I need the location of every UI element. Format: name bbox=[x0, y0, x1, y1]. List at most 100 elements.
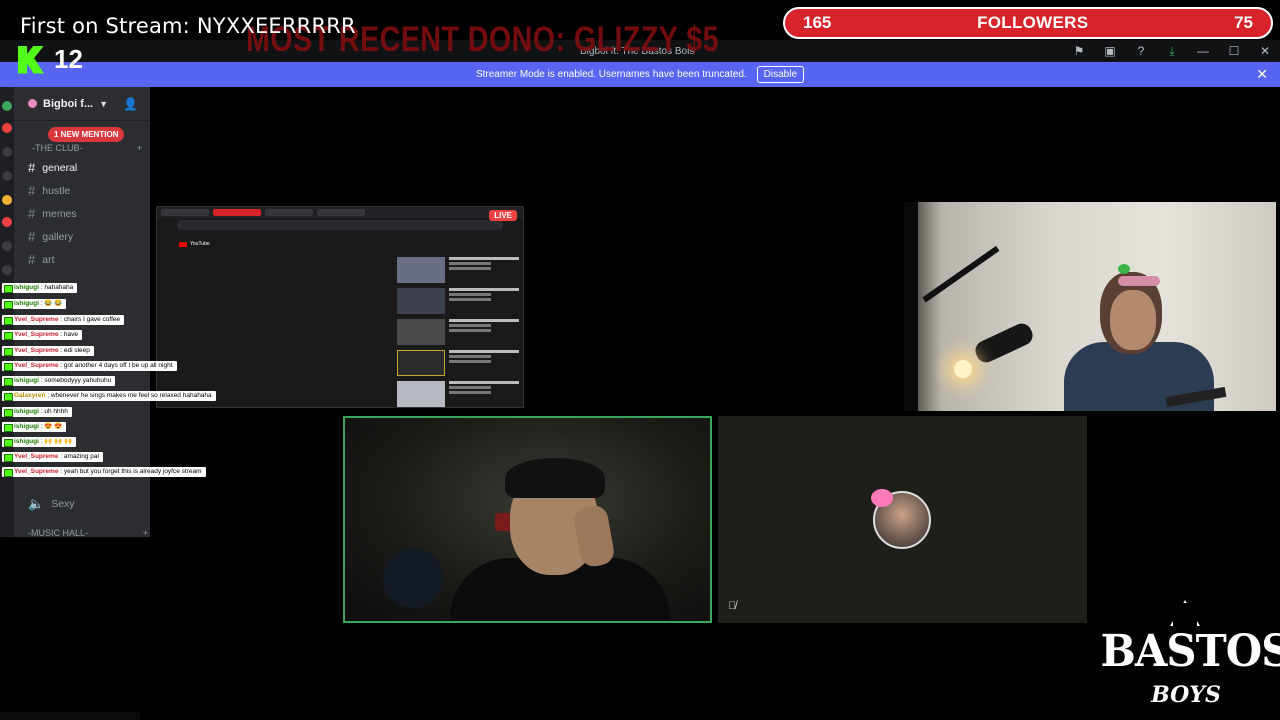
browser-url-bar bbox=[177, 220, 503, 230]
chat-text: 🙌 🙌 🙌 bbox=[44, 438, 73, 445]
channel-hustle[interactable]: # hustle bbox=[28, 183, 70, 198]
chat-text: hahahaha bbox=[44, 284, 74, 291]
chat-username: Yvel_Supreme bbox=[14, 347, 59, 354]
video-meta bbox=[449, 319, 519, 345]
close-icon[interactable]: ✕ bbox=[1258, 44, 1272, 58]
chat-message: Yvel_Supreme : chairs I gave coffee bbox=[2, 315, 125, 325]
lamp-light bbox=[954, 360, 972, 378]
server-icon[interactable] bbox=[2, 123, 12, 133]
video-thumbnail bbox=[397, 257, 445, 283]
screenshare-tile[interactable]: YouTube LIVE bbox=[156, 206, 524, 408]
chat-text: whenever he sings makes me feel so relax… bbox=[50, 392, 212, 399]
disable-button[interactable]: Disable bbox=[756, 66, 805, 83]
video-item bbox=[397, 257, 519, 283]
youtube-label: YouTube bbox=[190, 241, 210, 247]
maximize-icon[interactable]: ☐ bbox=[1227, 44, 1241, 58]
channel-label: art bbox=[42, 253, 55, 266]
live-badge: LIVE bbox=[489, 210, 517, 221]
pin-icon[interactable]: ⚑ bbox=[1072, 44, 1086, 58]
chat-text: got another 4 days off I be up all night bbox=[63, 362, 173, 369]
webcam-tile-right[interactable] bbox=[904, 202, 1276, 411]
video-item bbox=[397, 319, 519, 345]
download-icon[interactable]: ⤓ bbox=[1165, 44, 1179, 59]
webcam-tile-main[interactable] bbox=[343, 416, 712, 623]
kick-viewer-counter: 12 bbox=[18, 44, 83, 75]
followers-label: FOLLOWERS bbox=[977, 13, 1089, 32]
kick-logo-icon bbox=[18, 45, 44, 74]
video-meta bbox=[449, 350, 519, 376]
video-item bbox=[397, 288, 519, 314]
streamer-mode-banner: Streamer Mode is enabled. Usernames have… bbox=[0, 62, 1280, 87]
video-meta bbox=[449, 257, 519, 283]
inbox-icon[interactable]: ▣ bbox=[1103, 44, 1117, 58]
flower-icon bbox=[871, 489, 893, 507]
channel-art[interactable]: # art bbox=[28, 252, 55, 267]
audio-participant-tile[interactable]: 🎙̸ bbox=[718, 416, 1087, 623]
mic-arm bbox=[922, 245, 1000, 303]
chat-text: chairs I gave coffee bbox=[63, 316, 121, 323]
bastos-boys-logo: BASTOS BOYS bbox=[1096, 598, 1280, 716]
avatar bbox=[871, 489, 931, 549]
muted-mic-icon: 🎙̸ bbox=[728, 600, 737, 612]
server-icon[interactable] bbox=[2, 171, 12, 181]
server-icon[interactable] bbox=[2, 195, 12, 205]
video-item bbox=[397, 381, 519, 407]
channel-gallery[interactable]: # gallery bbox=[28, 229, 73, 244]
logo-crown-icon bbox=[1170, 600, 1200, 626]
chat-text: have bbox=[63, 331, 78, 338]
chat-text: uh hhhh bbox=[44, 408, 68, 415]
followers-goal: 75 bbox=[1234, 13, 1253, 32]
server-icon[interactable] bbox=[2, 241, 12, 251]
chat-username: ishigugi bbox=[14, 438, 39, 445]
music-category[interactable]: -MUSIC HALL- + bbox=[28, 528, 148, 538]
add-member-icon[interactable]: 👤 bbox=[123, 97, 138, 111]
chat-username: ishigugi bbox=[14, 300, 39, 307]
chat-message: Yvel_Supreme : yeah but you forget this … bbox=[2, 467, 206, 477]
channel-label: gallery bbox=[42, 230, 74, 243]
chat-message: Yvel_Supreme : amazing pal bbox=[2, 452, 103, 462]
video-thumbnail bbox=[397, 381, 445, 407]
server-icon[interactable] bbox=[2, 217, 12, 227]
channel-memes[interactable]: # memes bbox=[28, 206, 77, 221]
participant-glasses bbox=[1118, 276, 1160, 286]
video-thumbnail bbox=[397, 350, 445, 376]
browser-tab bbox=[317, 209, 365, 216]
add-channel-icon[interactable]: + bbox=[143, 528, 148, 538]
voice-channel-sexy[interactable]: 🔈 Sexy bbox=[28, 496, 75, 512]
chat-message: Yvel_Supreme : have bbox=[2, 330, 82, 340]
chat-message: ishigugi : 😂 😂 bbox=[2, 299, 67, 309]
channel-general[interactable]: # general bbox=[28, 160, 77, 175]
stream-stage: Bigboi ft. The Bastos Bois ⚑ ▣ ? ⤓ — ☐ ✕… bbox=[0, 0, 1280, 720]
chat-username: ishigugi bbox=[14, 377, 39, 384]
chat-username: Yvel_Supreme bbox=[14, 362, 59, 369]
add-channel-icon[interactable]: + bbox=[137, 143, 142, 153]
chat-text: yeah but you forget this is already joyf… bbox=[63, 468, 202, 475]
browser-tab bbox=[213, 209, 261, 216]
chat-message: Yvel_Supreme : got another 4 days off I … bbox=[2, 361, 177, 371]
server-icon[interactable] bbox=[2, 101, 12, 111]
video-item bbox=[397, 350, 519, 376]
video-meta bbox=[449, 381, 519, 407]
webcam-edge bbox=[904, 202, 918, 411]
channel-label: general bbox=[42, 161, 78, 174]
new-mention-badge[interactable]: 1 NEW MENTION bbox=[48, 127, 125, 142]
server-icon[interactable] bbox=[2, 265, 12, 275]
chat-username: Yvel_Supreme bbox=[14, 316, 59, 323]
chat-text: 😂 😂 bbox=[44, 300, 63, 307]
titlebar-icons: ⚑ ▣ ? ⤓ — ☐ ✕ bbox=[1072, 44, 1272, 59]
youtube-icon bbox=[179, 241, 187, 247]
minimize-icon[interactable]: — bbox=[1196, 44, 1210, 58]
server-header[interactable]: Bigboi f... ▼ 👤 bbox=[14, 87, 150, 121]
chat-username: Yvel_Supreme bbox=[14, 468, 59, 475]
chat-username: ishigugi bbox=[14, 408, 39, 415]
server-name: Bigboi f... bbox=[43, 97, 94, 110]
banner-close-icon[interactable]: ✕ bbox=[1256, 66, 1268, 83]
hash-icon: # bbox=[28, 229, 36, 244]
channel-category[interactable]: -THE CLUB- + bbox=[32, 143, 142, 153]
chat-message: ishigugi : uh hhhh bbox=[2, 407, 72, 417]
help-icon[interactable]: ? bbox=[1134, 44, 1148, 58]
server-icon[interactable] bbox=[2, 147, 12, 157]
participant-hair bbox=[505, 458, 605, 498]
taskbar-strip bbox=[0, 712, 140, 720]
hash-icon: # bbox=[28, 160, 36, 175]
